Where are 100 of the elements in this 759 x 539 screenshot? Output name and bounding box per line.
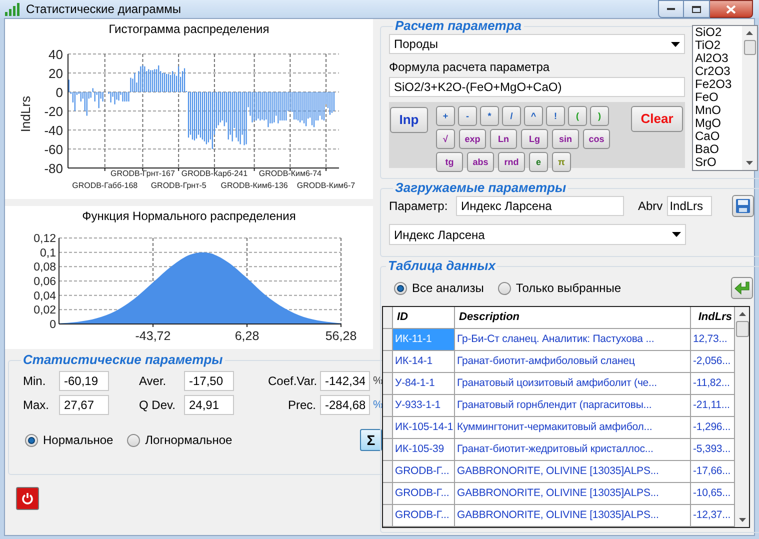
keypad-key[interactable]: !	[546, 106, 565, 126]
stat-value-field[interactable]: -284,68	[320, 395, 370, 415]
field-label: Aver.	[139, 373, 168, 390]
keypad-key[interactable]: exp	[459, 129, 486, 149]
list-item[interactable]: Cr2O3	[695, 65, 742, 78]
axis-tick-label: 0,08	[34, 262, 56, 274]
column-header[interactable]: Description	[455, 307, 691, 328]
table-cell[interactable]: Куммингтонит-чермакитовый амфибол...	[455, 417, 691, 438]
column-header[interactable]: ID	[393, 307, 455, 328]
stat-value-field[interactable]: -60,19	[59, 371, 109, 391]
source-dropdown[interactable]: Породы	[389, 34, 685, 54]
list-item[interactable]: MgO	[695, 117, 742, 130]
table-cell[interactable]: У-933-1-1	[393, 395, 455, 416]
table-cell[interactable]: GABBRONORITE, OLIVINE [13035]ALPS...	[455, 461, 691, 482]
field-label: Q Dev.	[139, 397, 176, 414]
list-item[interactable]: TiO2	[695, 39, 742, 52]
table-cell[interactable]: GRODB-Г...	[393, 461, 455, 482]
radio-option[interactable]: Все анализы	[394, 279, 484, 297]
field-label: Max.	[22, 397, 50, 414]
keypad-key[interactable]: Lg	[521, 129, 548, 149]
table-cell[interactable]: GABBRONORITE, OLIVINE [13035]ALPS...	[455, 505, 691, 526]
list-item[interactable]: SiO2	[695, 26, 742, 39]
clear-button[interactable]: Clear	[631, 106, 683, 132]
table-cell[interactable]: GABBRONORITE, OLIVINE [13035]ALPS...	[455, 483, 691, 504]
list-item[interactable]: MnO	[695, 104, 742, 117]
field-label: Coef.Var.	[268, 373, 318, 390]
keypad-key[interactable]: √	[436, 129, 455, 149]
radio-option[interactable]: Логнормальное	[127, 431, 232, 449]
axis-tick-label: -80	[44, 161, 63, 176]
keypad-key[interactable]: rnd	[498, 152, 525, 172]
input-button[interactable]: Inp	[390, 107, 428, 133]
keypad-key[interactable]: e	[529, 152, 548, 172]
axis-tick-label: 20	[48, 66, 63, 81]
chart-title: Функция Нормального распределения	[81, 208, 297, 225]
list-item[interactable]: FeO	[695, 91, 742, 104]
keypad-key[interactable]: tg	[436, 152, 463, 172]
keypad-key[interactable]: -	[458, 106, 477, 126]
keypad-key[interactable]: abs	[467, 152, 494, 172]
radio-option[interactable]: Нормальное	[25, 431, 114, 449]
keypad-key[interactable]: ^	[524, 106, 543, 126]
axis-tick-label: GRODB-Ким6-7	[296, 181, 356, 190]
list-item[interactable]: CaO	[695, 130, 742, 143]
field-label: Min.	[22, 373, 47, 390]
axis-tick-label: 0,1	[40, 247, 56, 260]
table-cell[interactable]: Гр-Би-Ст сланец. Аналитик: Пастухова ...	[455, 329, 691, 350]
keypad-key[interactable]: Ln	[490, 129, 517, 149]
axis-tick-label: -40	[44, 123, 63, 138]
stat-value-field[interactable]: -142,34	[320, 371, 370, 391]
field-label: Параметр:	[389, 198, 449, 215]
stat-value-field[interactable]: 24,91	[184, 395, 234, 415]
axis-tick-label: GRODB-Грнт-167	[110, 169, 175, 178]
axis-tick-label: 56,28	[325, 329, 357, 343]
list-item[interactable]: BaO	[695, 143, 742, 156]
table-cell[interactable]: Гранатовый горнблендит (паргаситовы...	[455, 395, 691, 416]
table-cell[interactable]: У-84-1-1	[393, 373, 455, 394]
keypad-key[interactable]: cos	[583, 129, 610, 149]
chart-title: Гистограмма распределения	[108, 21, 270, 38]
field-label: Prec.	[286, 397, 317, 414]
group-title: Статистические параметры	[22, 353, 224, 367]
stat-value-field[interactable]: -17,50	[184, 371, 234, 391]
table-cell[interactable]: ИК-105-14-1	[393, 417, 455, 438]
axis-tick-label: -60	[44, 142, 63, 157]
axis-tick-label: 0,04	[34, 290, 56, 302]
axis-tick-label: -43,72	[135, 329, 171, 343]
keypad-key[interactable]: +	[436, 106, 455, 126]
keypad-key[interactable]: *	[480, 106, 499, 126]
list-item[interactable]: SrO	[695, 156, 742, 169]
keypad-key[interactable]: /	[502, 106, 521, 126]
formula-field[interactable]: SiO2/3+K2O-(FeO+MgO+CaO)	[389, 77, 685, 97]
parameter-dropdown[interactable]: Индекс Ларсена	[389, 224, 686, 245]
axis-tick-label: -20	[44, 104, 63, 119]
field-label: Abrv	[638, 198, 663, 215]
list-item[interactable]: Fe2O3	[695, 78, 742, 91]
keypad-key[interactable]: sin	[552, 129, 579, 149]
axis-tick-label: 0	[50, 319, 56, 331]
window-title: Статистические диаграммы	[26, 1, 181, 18]
table-cell[interactable]: Гранатовый цоизитовый амфиболит (че...	[455, 373, 691, 394]
axis-tick-label: 0,06	[34, 276, 56, 288]
axis-tick-label: GRODB-Ким6-136	[220, 181, 288, 190]
table-cell[interactable]: ИК-14-1	[393, 351, 455, 372]
list-item[interactable]: Al2O3	[695, 52, 742, 65]
axis-tick-label: GRODB-Грнт-5	[150, 181, 206, 190]
axis-tick-label: 0	[56, 85, 63, 100]
axis-tick-label: 40	[48, 47, 63, 62]
table-cell[interactable]: ИК-105-39	[393, 439, 455, 460]
stat-value-field[interactable]: 27,67	[59, 395, 109, 415]
table-cell[interactable]: GRODB-Г...	[393, 483, 455, 504]
parameter-field[interactable]: Индекс Ларсена	[456, 196, 624, 216]
sum-button[interactable]: Σ	[360, 429, 382, 451]
axis-tick-label: 0,02	[34, 304, 56, 317]
component-list[interactable]: SiO2 TiO2 Al2O3 Cr2O3 Fe2O3 FeO MnO MgO CaO BaO SrO	[692, 25, 758, 171]
axis-tick-label: GRODB-Габб-168	[72, 181, 138, 190]
table-cell[interactable]: GRODB-Г...	[393, 505, 455, 526]
group-title: Загружаемые параметры	[394, 181, 568, 195]
axis-tick-label: 6,28	[234, 329, 260, 343]
abbreviation-field[interactable]: IndLrs	[666, 196, 712, 216]
table-cell[interactable]: Гранат-биотит-амфиболовый сланец	[455, 351, 691, 372]
table-cell[interactable]: Гранат-биотит-жедритовый кристаллос...	[455, 439, 691, 460]
radio-option[interactable]: Только выбранные	[498, 279, 622, 297]
axis-title: IndLrs	[18, 96, 33, 132]
